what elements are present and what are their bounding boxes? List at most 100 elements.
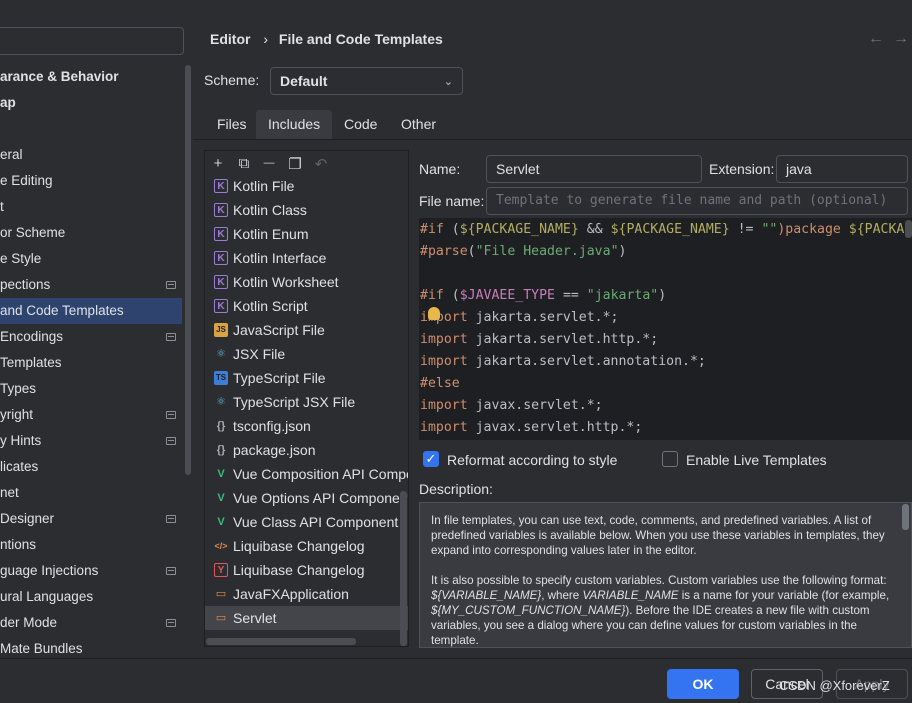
sidebar-item[interactable]: guage Injections: [0, 558, 182, 584]
add-icon[interactable]: +: [209, 155, 227, 172]
template-list-item[interactable]: {} package.json: [205, 438, 408, 462]
reset-icon[interactable]: ↶: [312, 155, 330, 173]
ok-button[interactable]: OK: [667, 669, 739, 699]
sidebar-item[interactable]: Templates: [0, 350, 182, 376]
sidebar-item[interactable]: ural Languages: [0, 584, 182, 610]
chevron-down-icon: ⌄: [443, 76, 453, 88]
remove-icon[interactable]: —: [260, 157, 278, 169]
code-token: ): [618, 244, 627, 259]
sidebar-item[interactable]: ntions: [0, 532, 182, 558]
sidebar-item[interactable]: ap: [0, 90, 182, 116]
tab-other[interactable]: Other: [389, 110, 448, 140]
breadcrumb-editor[interactable]: Editor: [210, 31, 250, 47]
code-line: #parse("File Header.java"): [420, 241, 626, 263]
code-token: "jakarta": [586, 288, 659, 303]
template-list-item[interactable]: {} tsconfig.json: [205, 414, 408, 438]
sidebar-item[interactable]: Designer: [0, 506, 182, 532]
back-arrow-icon[interactable]: ←: [868, 30, 884, 48]
copy-icon[interactable]: ❐: [286, 155, 304, 173]
file-name-input[interactable]: Template to generate file name and path …: [486, 187, 908, 215]
settings-search-input[interactable]: [0, 27, 184, 55]
sidebar-item[interactable]: e Editing: [0, 168, 182, 194]
template-list-item[interactable]: K Kotlin Class: [205, 198, 408, 222]
project-scope-icon: [166, 333, 176, 341]
name-input[interactable]: Servlet: [486, 155, 702, 183]
kotlin-icon: K: [214, 275, 228, 289]
vue-icon: V: [217, 516, 225, 528]
sidebar-item[interactable]: y Hints: [0, 428, 182, 454]
template-list-item[interactable]: ▭ JavaFXApplication: [205, 582, 408, 606]
code-line: import jakarta.servlet.http.*;: [420, 329, 658, 351]
template-list-item-label: Kotlin Script: [233, 298, 308, 314]
tab-files[interactable]: Files: [205, 110, 259, 140]
live-templates-checkbox[interactable]: [662, 451, 678, 467]
sidebar-item[interactable]: licates: [0, 454, 182, 480]
editor-scrollbar[interactable]: [905, 220, 912, 238]
template-list-hscrollbar[interactable]: [206, 638, 356, 645]
template-list-item[interactable]: K Kotlin File: [205, 174, 408, 198]
extension-input[interactable]: java: [776, 155, 908, 183]
sidebar-item[interactable]: Encodings: [0, 324, 182, 350]
add-child-icon[interactable]: ⧉: [235, 155, 253, 172]
sidebar-item[interactable]: yright: [0, 402, 182, 428]
sidebar-item[interactable]: der Mode: [0, 610, 182, 636]
sidebar-item[interactable]: eral: [0, 142, 182, 168]
sidebar-item[interactable]: e Style: [0, 246, 182, 272]
template-list-item[interactable]: K Kotlin Worksheet: [205, 270, 408, 294]
sidebar-item[interactable]: Types: [0, 376, 182, 402]
template-list-item[interactable]: TS TypeScript File: [205, 366, 408, 390]
template-list-item[interactable]: JS JavaScript File: [205, 318, 408, 342]
code-token: ): [658, 288, 667, 303]
template-list-item[interactable]: ⚛ JSX File: [205, 342, 408, 366]
template-list-item-label: Kotlin Enum: [233, 226, 309, 242]
template-list-item[interactable]: K Kotlin Enum: [205, 222, 408, 246]
sidebar-item[interactable]: t: [0, 194, 182, 220]
template-list-item[interactable]: V Vue Composition API Compo: [205, 462, 408, 486]
lightbulb-icon[interactable]: [428, 307, 440, 320]
template-list-panel: + ⧉ — ❐ ↶ K Kotlin File K Kotlin Class K Kotl…: [204, 150, 409, 647]
sidebar-item[interactable]: or Scheme: [0, 220, 182, 246]
forward-arrow-icon[interactable]: →: [893, 30, 909, 48]
kotlin-icon: K: [214, 203, 228, 217]
sidebar-item-label: and Code Templates: [0, 303, 124, 318]
java-file-icon: ▭: [215, 612, 227, 624]
description-scrollbar[interactable]: [902, 504, 909, 530]
template-list-scrollbar[interactable]: [400, 491, 407, 646]
typescript-icon: TS: [214, 371, 228, 385]
sidebar-item[interactable]: and Code Templates: [0, 298, 182, 324]
template-list-item[interactable]: V Vue Class API Component: [205, 510, 408, 534]
sidebar-item-label: or Scheme: [0, 225, 66, 240]
code-token: $JAVAEE_TYPE: [459, 288, 555, 303]
sidebar-item[interactable]: net: [0, 480, 182, 506]
scheme-dropdown[interactable]: Default ⌄: [270, 67, 463, 95]
live-templates-label[interactable]: Enable Live Templates: [686, 452, 827, 468]
template-code-editor[interactable]: #if (${PACKAGE_NAME} && ${PACKAGE_NAME} …: [419, 218, 912, 440]
template-list-item[interactable]: ⚛ TypeScript JSX File: [205, 390, 408, 414]
tab-includes[interactable]: Includes: [256, 110, 333, 140]
sidebar-item[interactable]: arance & Behavior: [0, 64, 182, 90]
reformat-label[interactable]: Reformat according to style: [447, 452, 617, 468]
sidebar-item[interactable]: [0, 116, 182, 142]
description-text: In file templates, you can use text, cod…: [419, 502, 912, 648]
template-list-item[interactable]: V Vue Options API Component: [205, 486, 408, 510]
project-scope-icon: [166, 567, 176, 575]
code-token: ==: [555, 288, 587, 303]
sidebar-item-label: ap: [0, 95, 16, 110]
tab-code[interactable]: Code: [332, 110, 389, 140]
sidebar-item[interactable]: pections: [0, 272, 182, 298]
settings-sidebar: arance & Behavior ap eral e Editing t or Sche…: [0, 0, 192, 703]
template-list-item-label: Vue Class API Component: [233, 514, 399, 530]
code-token: #parse: [420, 244, 468, 259]
template-list-item[interactable]: ▭ Servlet: [205, 606, 408, 630]
kotlin-icon: K: [214, 179, 228, 193]
template-list-item-label: JSX File: [233, 346, 286, 362]
vue-icon: V: [217, 492, 225, 504]
reformat-checkbox[interactable]: ✓: [423, 451, 439, 467]
template-list-item[interactable]: K Kotlin Interface: [205, 246, 408, 270]
template-list-item[interactable]: </> Liquibase Changelog: [205, 534, 408, 558]
template-list-item[interactable]: Y Liquibase Changelog: [205, 558, 408, 582]
template-list-item[interactable]: K Kotlin Script: [205, 294, 408, 318]
sidebar-item-label: eral: [0, 147, 23, 162]
sidebar-scrollbar[interactable]: [185, 65, 191, 475]
code-token: #else: [420, 376, 460, 391]
